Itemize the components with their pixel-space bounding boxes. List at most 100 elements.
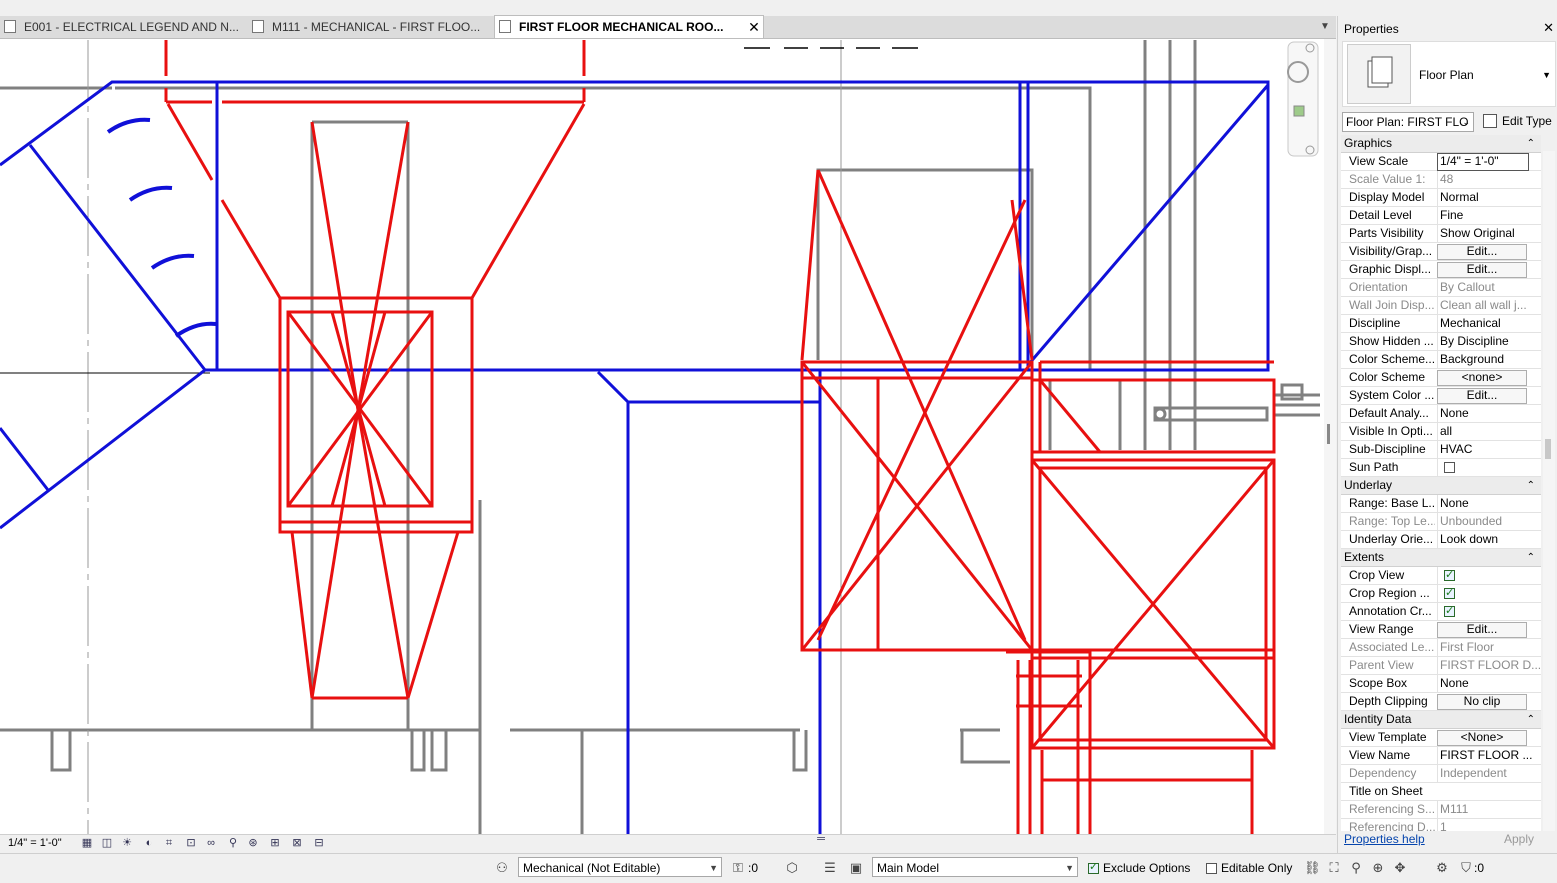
property-checkbox[interactable]	[1444, 462, 1455, 473]
property-group-label: Graphics	[1344, 136, 1393, 150]
select-by-face-icon[interactable]: ⊕	[1370, 860, 1386, 876]
property-row: Underlay Orie... Look down	[1341, 531, 1541, 549]
property-edit-button[interactable]: Edit...	[1437, 622, 1527, 638]
property-edit-button[interactable]: Edit...	[1437, 244, 1527, 260]
property-name: Crop Region ...	[1349, 586, 1430, 600]
scrollbar-thumb[interactable]	[1545, 439, 1551, 459]
property-name: Referencing S...	[1349, 802, 1435, 816]
property-group-header[interactable]: Identity Data ⌃	[1341, 711, 1541, 729]
exclude-options-checkbox[interactable]	[1088, 860, 1099, 874]
property-row: Depth Clipping No clip	[1341, 693, 1541, 711]
property-value[interactable]: None	[1437, 675, 1540, 692]
tab-overflow-chevron-icon[interactable]: ▼	[1318, 19, 1332, 35]
collapse-icon[interactable]: ⌃	[1527, 477, 1535, 494]
tab-m111[interactable]: M111 - MECHANICAL - FIRST FLOO...	[248, 16, 512, 38]
property-value[interactable]: By Discipline	[1437, 333, 1540, 350]
drawing-canvas[interactable]	[0, 39, 1324, 834]
property-row: View Scale 1/4" = 1'-0"	[1341, 153, 1541, 171]
collapse-icon[interactable]: ⌃	[1527, 549, 1535, 566]
property-value[interactable]: Background	[1437, 351, 1540, 368]
edit-type-button[interactable]: Edit Type	[1482, 112, 1552, 132]
design-options-icon[interactable]: ⬡	[784, 860, 800, 876]
show-crop-region-icon[interactable]: ⊡	[184, 837, 198, 849]
design-option-value: Main Model	[877, 861, 940, 875]
property-value: Unbounded	[1437, 513, 1540, 530]
sheet-icon	[252, 20, 264, 33]
property-value[interactable]: None	[1437, 405, 1540, 422]
property-value-field[interactable]: 1/4" = 1'-0"	[1437, 153, 1529, 171]
design-option-set-icon[interactable]: ☰	[822, 860, 838, 876]
crop-view-icon[interactable]: ⌗	[162, 837, 176, 849]
instance-filter-select[interactable]: Floor Plan: FIRST FLO ⌄	[1342, 112, 1474, 132]
splitter-grip-icon[interactable]: ═	[814, 833, 828, 845]
worksets-icon[interactable]: ⚇	[494, 860, 510, 876]
property-edit-button[interactable]: Edit...	[1437, 262, 1527, 278]
scrollbar-thumb[interactable]	[1327, 424, 1330, 444]
select-pinned-icon[interactable]: ⚲	[1348, 860, 1364, 876]
visual-style-icon[interactable]: ◫	[100, 837, 114, 849]
reveal-hidden-icon[interactable]: ⚲	[226, 837, 240, 849]
property-checkbox[interactable]	[1444, 603, 1455, 620]
property-value[interactable]: Fine	[1437, 207, 1540, 224]
shadows-icon[interactable]: ◐	[142, 837, 156, 849]
zoom-icon[interactable]	[1290, 100, 1314, 124]
select-links-icon[interactable]: ⛓	[1304, 860, 1321, 876]
active-workset-value: Mechanical (Not Editable)	[523, 861, 661, 875]
property-edit-button[interactable]: Edit...	[1437, 388, 1527, 404]
property-value[interactable]: Mechanical	[1437, 315, 1540, 332]
active-workset-select[interactable]: Mechanical (Not Editable) ▼	[518, 857, 722, 877]
sun-path-icon[interactable]: ☀	[120, 837, 134, 849]
design-option-select[interactable]: Main Model ▼	[872, 857, 1078, 877]
property-value[interactable]: FIRST FLOOR ...	[1437, 747, 1540, 764]
chevron-down-icon[interactable]: ▼	[1542, 70, 1551, 80]
collapse-icon[interactable]: ⌃	[1527, 711, 1535, 728]
lock-3d-view-icon[interactable]: ⊛	[246, 837, 260, 849]
type-selector[interactable]: Floor Plan ▼	[1342, 41, 1556, 107]
property-value[interactable]: all	[1437, 423, 1540, 440]
property-value[interactable]: HVAC	[1437, 441, 1540, 458]
temporary-hide-icon[interactable]: ∞	[204, 837, 218, 849]
property-edit-button[interactable]: <None>	[1437, 730, 1527, 746]
property-group-header[interactable]: Underlay ⌃	[1341, 477, 1541, 495]
drag-elements-icon[interactable]: ✥	[1392, 860, 1408, 876]
canvas-vertical-scrollbar[interactable]	[1324, 39, 1336, 834]
editable-only-label: Editable Only	[1221, 861, 1293, 875]
exclude-options-toggle[interactable]: Exclude Options	[1088, 860, 1190, 875]
properties-title: Properties	[1344, 22, 1399, 36]
hide-analytical-model-icon[interactable]: ⊠	[290, 837, 304, 849]
detail-level-icon[interactable]: ▦	[80, 837, 94, 849]
property-checkbox[interactable]	[1444, 585, 1455, 602]
property-name: Title on Sheet	[1349, 784, 1423, 798]
property-group-header[interactable]: Extents ⌃	[1341, 549, 1541, 567]
view-scale-label[interactable]: 1/4" = 1'-0"	[8, 837, 62, 849]
editable-only-toggle[interactable]: Editable Only	[1206, 861, 1292, 875]
collapse-icon[interactable]: ⌃	[1527, 135, 1535, 152]
property-value: Clean all wall j...	[1437, 297, 1540, 314]
temporary-view-properties-icon[interactable]: ⊞	[268, 837, 282, 849]
tab-e001[interactable]: E001 - ELECTRICAL LEGEND AND N...	[0, 16, 264, 38]
editable-elements-icon[interactable]: ⚿	[730, 860, 746, 876]
property-value[interactable]: None	[1437, 495, 1540, 512]
property-name: Visible In Opti...	[1349, 424, 1433, 438]
filter-icon[interactable]: ⛉	[1458, 860, 1474, 876]
steering-wheel-icon[interactable]	[1290, 60, 1314, 84]
close-icon[interactable]: ✕	[745, 16, 763, 38]
properties-scrollbar[interactable]	[1543, 151, 1555, 831]
add-to-set-icon[interactable]: ▣	[848, 860, 864, 876]
tab-first-floor-mechanical[interactable]: FIRST FLOOR MECHANICAL ROO... ✕	[494, 15, 764, 38]
highlight-displacement-icon[interactable]: ⊟	[312, 837, 326, 849]
property-value[interactable]: Normal	[1437, 189, 1540, 206]
background-processes-icon[interactable]: ⚙	[1434, 860, 1450, 876]
property-value[interactable]: Look down	[1437, 531, 1540, 548]
property-group-header[interactable]: Graphics ⌃	[1341, 135, 1541, 153]
property-edit-button[interactable]: No clip	[1437, 694, 1527, 710]
property-value[interactable]: Show Original	[1437, 225, 1540, 242]
editable-only-checkbox[interactable]	[1206, 863, 1217, 874]
property-checkbox[interactable]	[1444, 567, 1455, 584]
property-name: Associated Le...	[1349, 640, 1435, 654]
property-edit-button[interactable]: <none>	[1437, 370, 1527, 386]
apply-button[interactable]: Apply	[1494, 830, 1544, 848]
close-icon[interactable]: ✕	[1543, 20, 1554, 36]
select-underlay-icon[interactable]: ⛶	[1326, 860, 1342, 876]
properties-help-link[interactable]: Properties help	[1344, 832, 1425, 846]
